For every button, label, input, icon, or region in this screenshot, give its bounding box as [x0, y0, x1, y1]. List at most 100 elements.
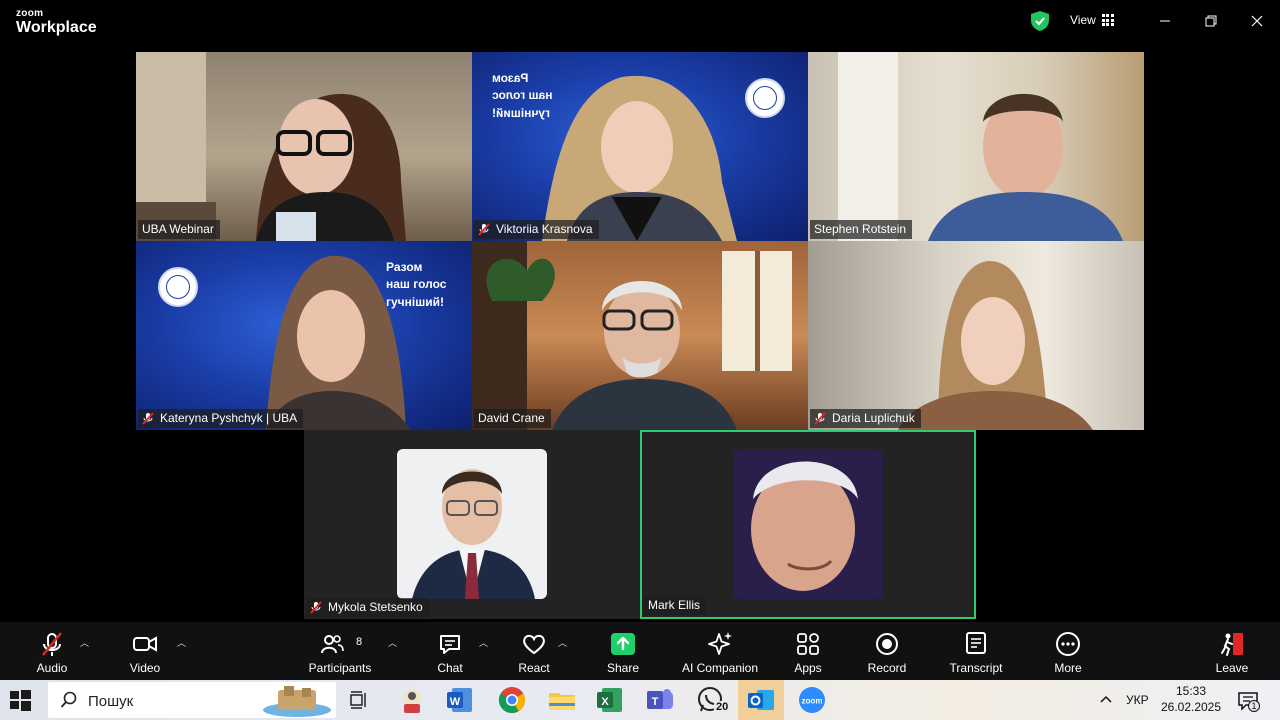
svg-text:T: T [652, 696, 659, 708]
taskbar-clock[interactable]: 15:33 26.02.2025 [1160, 680, 1222, 720]
chat-label: Chat [437, 661, 463, 675]
participant-avatar [733, 449, 883, 599]
participants-count: 8 [356, 636, 363, 648]
video-tile[interactable]: Stephen Rotstein [808, 52, 1144, 241]
search-icon [60, 691, 77, 708]
participant-video [898, 260, 1093, 430]
transcript-icon [966, 632, 986, 654]
whatsapp-taskbar-button[interactable]: 20 [694, 684, 734, 716]
video-tile[interactable]: Разом наш голос гучніший! Viktoriia Kras… [472, 52, 808, 241]
chrome-icon[interactable] [496, 684, 528, 716]
video-tile[interactable]: Daria Luplichuk [808, 241, 1144, 430]
video-label: Video [129, 661, 161, 675]
restore-icon [1205, 15, 1217, 27]
close-button[interactable] [1245, 10, 1269, 32]
input-language-indicator[interactable]: УКР [1126, 693, 1149, 720]
search-placeholder: Пошук [88, 693, 134, 710]
ai-sparkle-icon [708, 632, 732, 655]
meeting-toolbar: Audio ︿ Video ︿ 8 Participants ︿ Chat ︿ [0, 622, 1280, 680]
participant-name: Kateryna Pyshchyk | UBA [160, 411, 298, 425]
participants-options-chevron-icon[interactable]: ︿ [388, 636, 397, 649]
transcript-label: Transcript [949, 661, 1003, 675]
react-button[interactable]: React [504, 622, 564, 680]
active-speaker-tile[interactable]: Mark Ellis [640, 430, 976, 619]
share-label: Share [606, 661, 640, 675]
leave-button[interactable]: Leave [1202, 622, 1262, 680]
participant-name: UBA Webinar [142, 222, 214, 236]
record-label: Record [867, 661, 907, 675]
participant-name: Stephen Rotstein [814, 222, 907, 236]
react-options-chevron-icon[interactable]: ︿ [558, 636, 567, 649]
grid-view-icon [1101, 14, 1114, 26]
participant-avatar [397, 449, 547, 599]
pinned-app-icon[interactable] [396, 684, 428, 716]
muted-mic-icon [814, 411, 826, 425]
leave-door-icon [1221, 633, 1243, 656]
notification-count-badge: 1 [1248, 700, 1260, 712]
more-button[interactable]: More [1038, 622, 1098, 680]
svg-text:zoom: zoom [802, 697, 823, 706]
audio-button[interactable]: Audio [22, 622, 82, 680]
chat-button[interactable]: Chat [420, 622, 480, 680]
video-tile[interactable]: Разом наш голос гучніший! Kateryna Pyshc… [136, 241, 472, 430]
video-tile[interactable]: Mykola Stetsenko [304, 430, 640, 619]
participants-label: Participants [308, 661, 372, 675]
minimize-icon [1160, 20, 1170, 22]
task-view-icon[interactable] [348, 690, 370, 710]
audio-options-chevron-icon[interactable]: ︿ [80, 636, 89, 649]
video-tile[interactable]: UBA Webinar [136, 52, 472, 241]
apps-button[interactable]: Apps [778, 622, 838, 680]
encryption-shield-icon[interactable] [1031, 11, 1049, 31]
file-explorer-icon[interactable] [546, 684, 578, 716]
participant-video [472, 241, 792, 430]
notifications-button[interactable]: 1 [1237, 690, 1260, 712]
share-screen-icon [611, 633, 635, 655]
brand-bottom: Workplace [16, 19, 97, 36]
video-options-chevron-icon[interactable]: ︿ [177, 636, 186, 649]
ai-companion-button[interactable]: AI Companion [675, 622, 765, 680]
windows-start-icon[interactable] [8, 688, 32, 712]
video-button[interactable]: Video [115, 622, 175, 680]
more-ellipsis-icon [1056, 632, 1080, 656]
zoom-logo: zoom Workplace [16, 9, 97, 36]
participant-name: Mark Ellis [648, 598, 701, 612]
record-icon [876, 633, 898, 655]
participant-name: Daria Luplichuk [832, 411, 915, 425]
participant-video [838, 52, 1123, 241]
muted-mic-icon [42, 632, 62, 656]
clock-time: 15:33 [1175, 684, 1207, 698]
muted-mic-icon [142, 411, 154, 425]
zoom-app-icon[interactable]: zoom [796, 684, 828, 716]
participants-button[interactable]: 8 Participants [300, 622, 380, 680]
minimize-button[interactable] [1153, 10, 1177, 32]
share-screen-button[interactable]: Share [593, 622, 653, 680]
heart-icon [523, 634, 545, 655]
whatsapp-unread-badge: 20 [714, 701, 731, 713]
word-icon[interactable]: W [444, 684, 476, 716]
transcript-button[interactable]: Transcript [941, 622, 1011, 680]
chat-options-chevron-icon[interactable]: ︿ [479, 636, 488, 649]
ai-companion-label: AI Companion [681, 661, 759, 675]
video-tile[interactable]: David Crane [472, 241, 808, 430]
search-highlight-image-icon [263, 686, 331, 717]
participant-name: David Crane [478, 411, 545, 425]
muted-mic-icon [310, 600, 322, 614]
title-bar: zoom Workplace View [0, 0, 1280, 44]
more-label: More [1054, 661, 1082, 675]
chat-bubble-icon [440, 635, 460, 654]
taskbar-search-box[interactable]: Пошук [48, 682, 336, 718]
excel-icon[interactable]: X [594, 684, 626, 716]
apps-grid-icon [797, 633, 819, 655]
teams-icon[interactable]: T [644, 684, 676, 716]
svg-text:W: W [450, 696, 461, 708]
view-label: View [1070, 13, 1096, 27]
restore-button[interactable] [1199, 10, 1223, 32]
outlook-taskbar-button[interactable] [738, 680, 784, 720]
show-hidden-icons-chevron-icon[interactable] [1098, 692, 1114, 708]
view-button[interactable]: View [1070, 13, 1114, 27]
record-button[interactable]: Record [857, 622, 917, 680]
participant-video [136, 52, 406, 241]
participant-name: Viktoriia Krasnova [496, 222, 593, 236]
participant-video [266, 255, 411, 430]
brand-top: zoom [16, 8, 44, 19]
